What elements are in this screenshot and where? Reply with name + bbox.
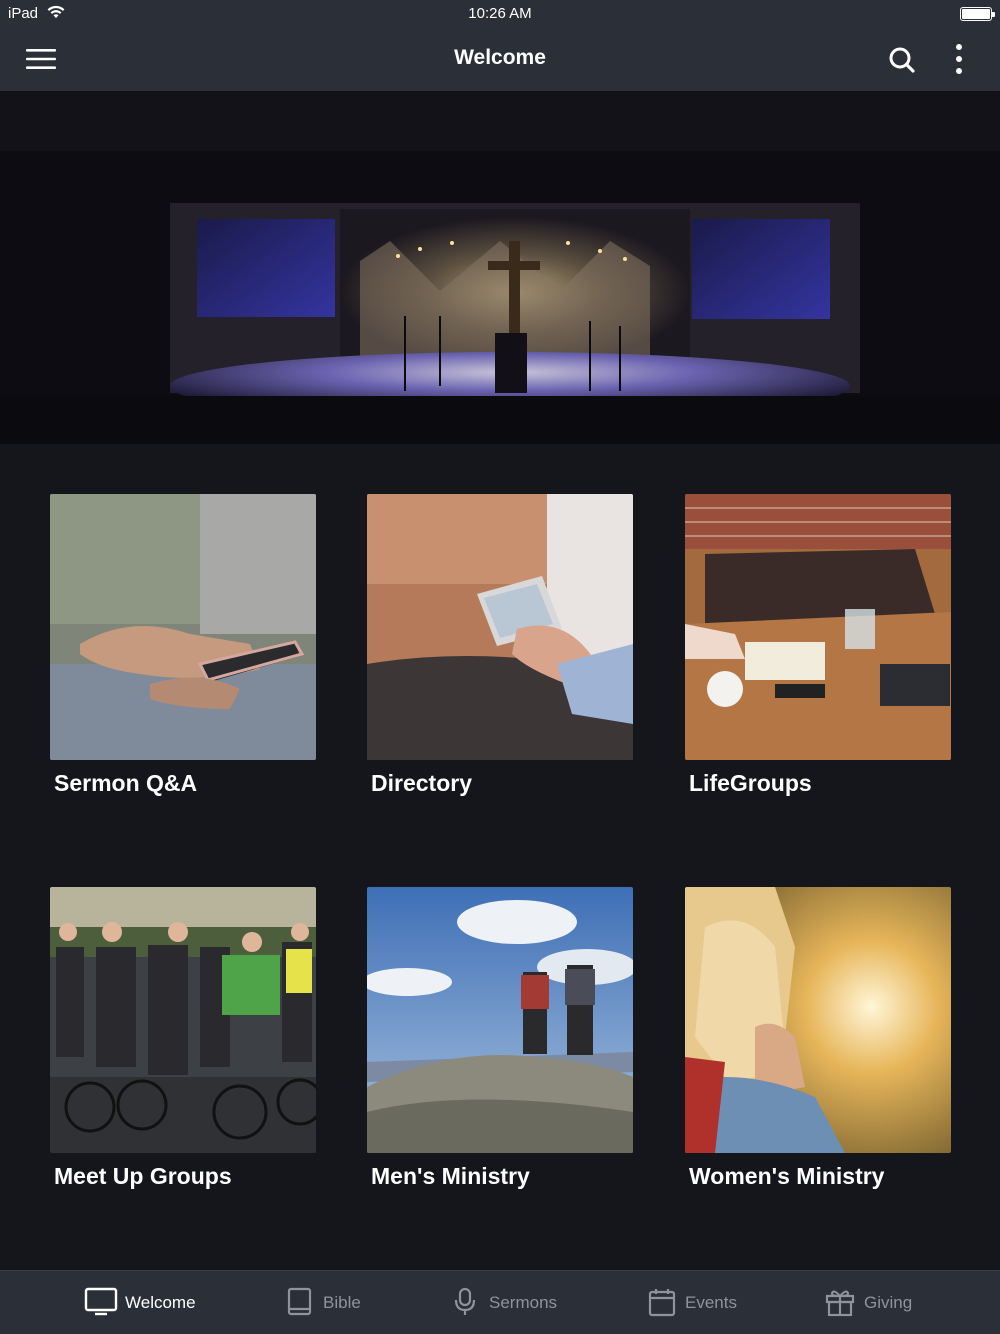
book-icon [287, 1287, 312, 1316]
status-bar: iPad 10:26 AM [0, 0, 1000, 28]
tab-events[interactable]: Events [648, 1271, 758, 1334]
monitor-icon [84, 1287, 118, 1316]
tab-label: Sermons [489, 1293, 558, 1312]
tile-image-meet-up-groups [50, 887, 316, 1153]
tile-mens-ministry[interactable]: Men's Ministry [367, 887, 633, 1189]
tab-label: Events [685, 1293, 737, 1312]
microphone-icon [454, 1287, 476, 1315]
tile-image-sermon-qa [50, 494, 316, 760]
tile-meet-up-groups[interactable]: Meet Up Groups [50, 887, 316, 1189]
page-title: Welcome [454, 46, 546, 69]
tile-image-mens-ministry [367, 887, 633, 1153]
battery-tip [992, 12, 995, 17]
gift-icon [825, 1290, 855, 1317]
tile-directory[interactable]: Directory [367, 494, 633, 796]
top-nav-bar: Welcome [0, 28, 1000, 91]
tab-sermons[interactable]: Sermons [452, 1271, 572, 1334]
tile-label: Directory [371, 770, 472, 796]
calendar-icon [648, 1289, 676, 1317]
tab-bible[interactable]: Bible [286, 1271, 386, 1334]
bottom-tab-bar: Welcome Bible Sermons Events Giving [0, 1270, 1000, 1334]
battery-icon [960, 7, 992, 21]
tab-label: Bible [323, 1293, 361, 1312]
status-time: 10:26 AM [468, 5, 532, 22]
tile-sermon-qa[interactable]: Sermon Q&A [50, 494, 316, 796]
tile-label: Sermon Q&A [54, 770, 198, 796]
tile-label: LifeGroups [689, 770, 812, 796]
tile-image-womens-ministry [685, 887, 951, 1153]
hero-banner-image [0, 91, 1000, 444]
tile-label: Meet Up Groups [54, 1163, 232, 1189]
tab-label: Giving [864, 1293, 913, 1312]
more-vertical-icon[interactable] [946, 42, 972, 76]
tab-label: Welcome [125, 1293, 196, 1312]
tile-label: Women's Ministry [689, 1163, 885, 1189]
tile-womens-ministry[interactable]: Women's Ministry [685, 887, 951, 1189]
search-icon[interactable] [886, 44, 918, 76]
tile-lifegroups[interactable]: LifeGroups [685, 494, 951, 796]
tile-image-lifegroups [685, 494, 951, 760]
tile-label: Men's Ministry [371, 1163, 530, 1189]
tab-giving[interactable]: Giving [825, 1271, 935, 1334]
tile-image-directory [367, 494, 633, 760]
church-stage-illustration [0, 91, 1000, 444]
tab-welcome[interactable]: Welcome [84, 1271, 214, 1334]
